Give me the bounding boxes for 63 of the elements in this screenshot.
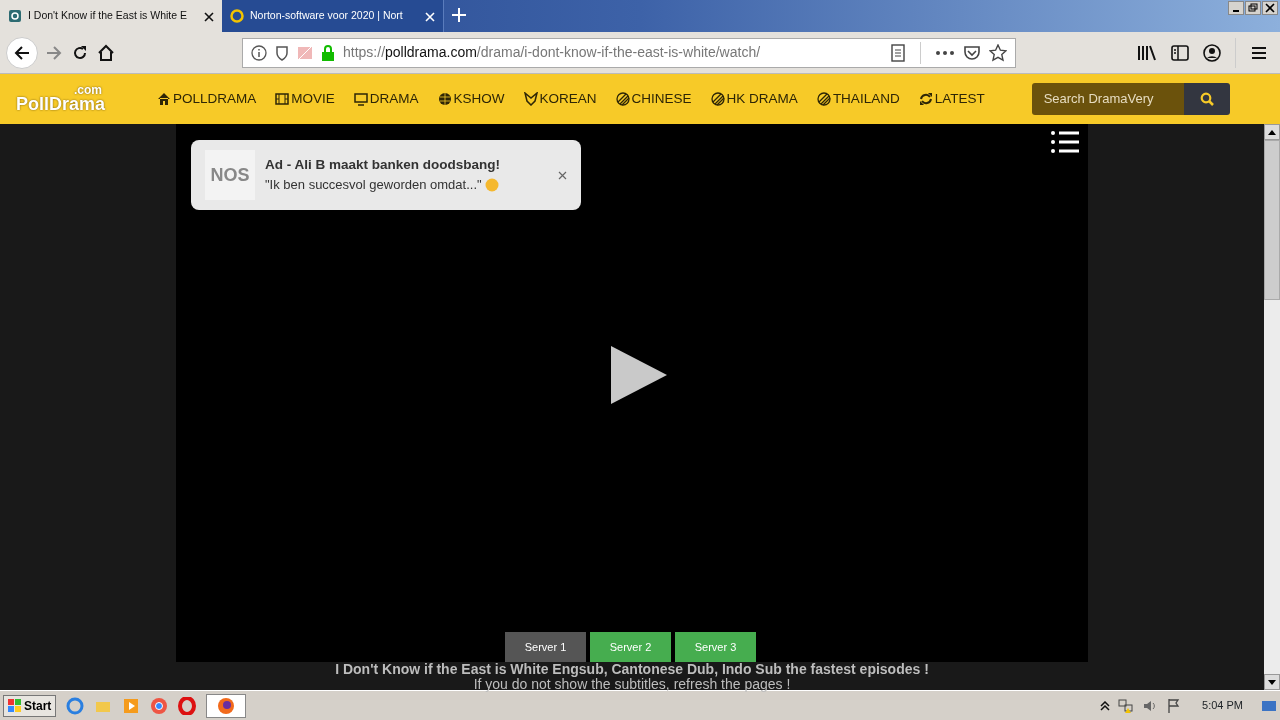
home-icon	[157, 92, 171, 106]
shield-icon	[275, 44, 289, 61]
monitor-icon	[353, 92, 368, 106]
chevron-up-icon[interactable]	[1100, 700, 1111, 711]
striped-circle-icon	[816, 92, 831, 106]
star-icon[interactable]	[989, 43, 1007, 62]
fox-icon	[523, 92, 538, 106]
network-icon[interactable]	[1118, 697, 1135, 714]
browser-tab[interactable]: I Don't Know if the East is White E	[0, 0, 222, 32]
chrome-icon[interactable]	[150, 696, 169, 715]
info-icon	[251, 44, 267, 61]
refresh-icon	[918, 92, 933, 106]
ad-text: "Ik ben succesvol geworden omdat..."	[265, 176, 482, 195]
clock-text[interactable]: 5:04 PM	[1202, 697, 1243, 714]
nav-link[interactable]: THAILAND	[816, 88, 900, 110]
site-icon	[8, 9, 22, 23]
nav-link[interactable]: MOVIE	[275, 88, 335, 110]
url-text: https://polldrama.com/drama/i-dont-know-if-the-east-is-white/watch/	[343, 43, 761, 62]
scroll-up-icon[interactable]	[1268, 129, 1276, 135]
list-icon[interactable]	[1050, 130, 1080, 154]
nav-link[interactable]: DRAMA	[353, 88, 419, 110]
windows-logo-icon	[8, 698, 22, 713]
account-icon[interactable]	[1203, 43, 1221, 62]
pocket-icon[interactable]	[963, 44, 981, 61]
caption-text: I Don't Know if the East is White Engsub, Cantonese Dub, Indo Sub the fastest episodes !	[335, 661, 929, 677]
sidebar-icon[interactable]	[1171, 44, 1189, 61]
browser-icon[interactable]	[66, 696, 85, 715]
nav-link[interactable]: LATEST	[918, 88, 985, 110]
address-bar[interactable]: https://polldrama.com/drama/i-dont-know-if-the-east-is-white/watch/	[242, 37, 1016, 68]
search-button[interactable]	[1183, 83, 1230, 115]
nav-link[interactable]: KSHOW	[437, 88, 505, 110]
nav-link[interactable]: POLLDRAMA	[157, 88, 257, 110]
home-icon[interactable]	[96, 42, 116, 63]
scroll-down-icon[interactable]	[1268, 679, 1276, 685]
back-icon[interactable]	[6, 36, 38, 69]
scrollbar[interactable]	[1264, 124, 1280, 690]
server-button[interactable]: Server 1	[505, 632, 586, 662]
caption-text: If you do not show the subtitles, refresh the pages !	[473, 676, 791, 692]
ball-icon	[437, 92, 452, 106]
emoji-icon	[484, 178, 499, 193]
striped-circle-icon	[615, 92, 630, 106]
nav-link[interactable]: HK DRAMA	[710, 88, 798, 110]
firefox-icon[interactable]	[217, 696, 236, 715]
start-button[interactable]: Start	[3, 694, 57, 717]
reader-view-icon[interactable]	[890, 43, 906, 62]
search-icon	[1199, 92, 1214, 106]
play-icon[interactable]	[609, 345, 669, 405]
search-field[interactable]: Search DramaVery	[1031, 83, 1184, 115]
library-icon[interactable]	[1137, 43, 1157, 62]
padlock-icon	[321, 44, 335, 61]
menu-icon[interactable]	[1250, 44, 1268, 61]
show-desktop-icon[interactable]	[1261, 698, 1277, 713]
brand-logo: NOS	[205, 150, 255, 200]
browser-tab[interactable]: Norton-software voor 2020 | Nort	[222, 0, 444, 32]
striped-circle-icon	[710, 92, 725, 106]
film-icon	[275, 92, 290, 106]
opera-icon[interactable]	[178, 696, 197, 715]
nav-link[interactable]: KOREAN	[523, 88, 597, 110]
ring-icon	[230, 9, 244, 23]
nav-link[interactable]: CHINESE	[615, 88, 692, 110]
ad-title: Ad - Ali B maakt banken doodsbang!	[265, 156, 502, 175]
blocked-icon	[297, 44, 313, 61]
more-icon[interactable]	[935, 49, 955, 56]
